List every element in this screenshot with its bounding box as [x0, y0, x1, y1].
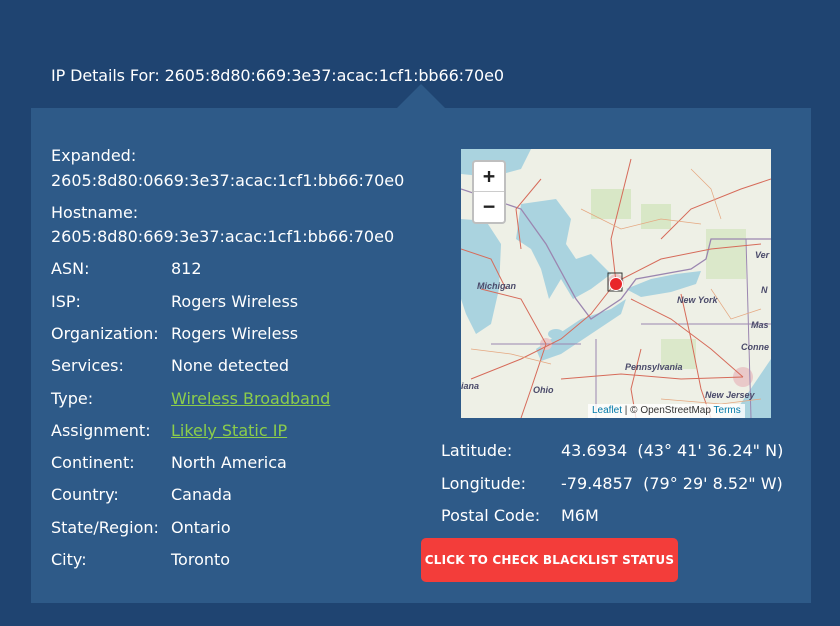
map-label-nh: N — [761, 285, 768, 295]
zoom-in-button[interactable]: + — [474, 162, 504, 192]
organization-value: Rogers Wireless — [171, 324, 299, 343]
isp-value: Rogers Wireless — [171, 292, 299, 311]
hostname-label: Hostname: — [51, 203, 139, 222]
expanded-value: 2605:8d80:0669:3e37:acac:1cf1:bb66:70e0 — [51, 171, 405, 190]
continent-value: North America — [171, 453, 287, 472]
postal-code-label: Postal Code: — [441, 506, 541, 525]
expanded-label: Expanded: — [51, 146, 137, 165]
zoom-out-button[interactable]: − — [474, 192, 504, 222]
latitude-label: Latitude: — [441, 441, 513, 460]
country-value: Canada — [171, 485, 232, 504]
map-label-michigan: Michigan — [477, 281, 517, 291]
services-value: None detected — [171, 356, 290, 375]
map-label-indiana: iana — [461, 381, 480, 391]
map-zoom-control: + − — [472, 160, 506, 224]
city-label: City: — [51, 550, 87, 569]
map-label-pennsylvania: Pennsylvania — [625, 362, 683, 372]
type-label: Type: — [51, 389, 94, 408]
check-blacklist-button[interactable]: CLICK TO CHECK BLACKLIST STATUS — [421, 538, 678, 582]
asn-label: ASN: — [51, 259, 90, 278]
assignment-label: Assignment: — [51, 421, 151, 440]
state-label: State/Region: — [51, 518, 159, 537]
longitude-label: Longitude: — [441, 474, 526, 493]
asn-value: 812 — [171, 259, 202, 278]
terms-link[interactable]: Terms — [714, 405, 741, 416]
continent-label: Continent: — [51, 453, 135, 472]
map-label-ohio: Ohio — [533, 385, 554, 395]
postal-code-value: M6M — [561, 506, 599, 525]
isp-label: ISP: — [51, 292, 81, 311]
assignment-link[interactable]: Likely Static IP — [171, 421, 287, 440]
hostname-value: 2605:8d80:669:3e37:acac:1cf1:bb66:70e0 — [51, 227, 395, 246]
organization-label: Organization: — [51, 324, 159, 343]
country-label: Country: — [51, 485, 119, 504]
services-label: Services: — [51, 356, 124, 375]
panel-pointer — [397, 84, 445, 108]
latitude-value: 43.6934 (43° 41' 36.24" N) — [561, 441, 784, 460]
map-attribution: Leaflet | © OpenStreetMap Terms — [588, 404, 745, 418]
state-value: Ontario — [171, 518, 231, 537]
city-value: Toronto — [171, 550, 231, 569]
ip-details-widget: IP Details For: 2605:8d80:669:3e37:acac:… — [0, 0, 840, 626]
leaflet-link[interactable]: Leaflet — [592, 405, 622, 416]
location-map[interactable]: Michigan New York Pennsylvania Ohio New … — [461, 149, 771, 418]
map-label-massachusetts: Mas — [751, 320, 769, 330]
type-link[interactable]: Wireless Broadband — [171, 389, 330, 408]
page-title: IP Details For: 2605:8d80:669:3e37:acac:… — [51, 66, 504, 85]
longitude-value: -79.4857 (79° 29' 8.52" W) — [561, 474, 783, 493]
map-label-new-york: New York — [677, 295, 718, 305]
map-label-connecticut: Conne — [741, 342, 769, 352]
map-label-new-jersey: New Jersey — [705, 390, 755, 400]
attribution-text: | © OpenStreetMap — [622, 405, 714, 416]
map-label-vermont: Ver — [755, 250, 770, 260]
